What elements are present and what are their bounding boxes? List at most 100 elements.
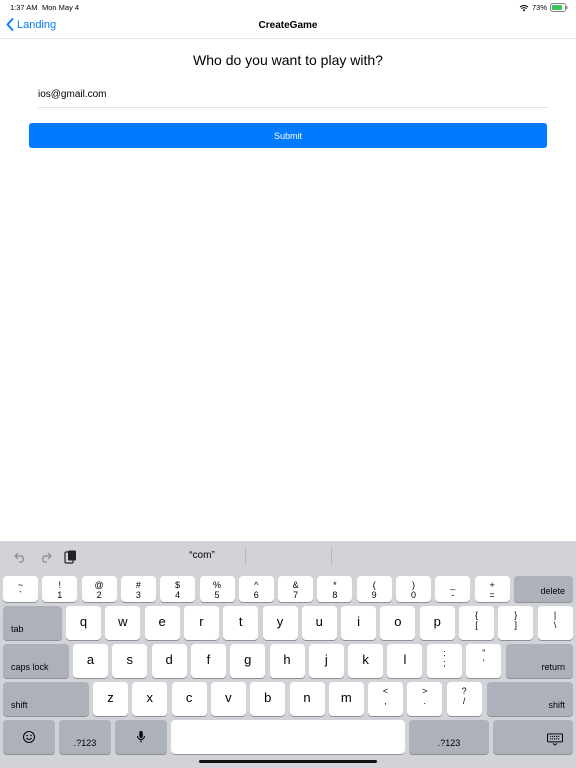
key-punct[interactable]: <, <box>368 682 403 716</box>
submit-button[interactable]: Submit <box>29 123 547 148</box>
key-punct[interactable]: }] <box>498 606 534 640</box>
key-label: c <box>185 690 193 705</box>
key-punct[interactable]: | \ <box>537 606 573 640</box>
key-label: , <box>384 696 387 706</box>
status-time: 1:37 AM <box>10 3 38 12</box>
key-label: 2 <box>96 590 102 600</box>
key-o[interactable]: o <box>380 606 416 640</box>
key-w[interactable]: w <box>105 606 141 640</box>
emoji-icon <box>23 731 36 744</box>
shift-key-right[interactable]: shift <box>487 682 573 716</box>
key-punct[interactable]: >. <box>407 682 443 716</box>
key-6[interactable]: ^ 6 <box>238 576 274 602</box>
key-shift-label: ” <box>482 648 486 658</box>
key-7[interactable]: & 7 <box>278 576 314 602</box>
key-c[interactable]: c <box>171 682 207 716</box>
key-0[interactable]: ) 0 <box>396 576 431 602</box>
key-q[interactable]: q <box>66 606 101 640</box>
key-y[interactable]: y <box>262 606 298 640</box>
key-label: - <box>451 590 455 600</box>
key-4[interactable]: $4 <box>160 576 196 602</box>
key-5[interactable]: % 5 <box>199 576 235 602</box>
key-j[interactable]: j <box>308 644 344 678</box>
key-l[interactable]: l <box>387 644 423 678</box>
key--[interactable]: _ - <box>435 576 471 602</box>
numbers-key-right[interactable]: .?123 <box>409 720 489 754</box>
battery-icon <box>550 3 568 12</box>
delete-key[interactable]: delete <box>514 576 573 602</box>
key-label: i <box>357 614 361 629</box>
key-k[interactable]: k <box>348 644 384 678</box>
key-9[interactable]: (9 <box>356 576 392 602</box>
key-b[interactable]: b <box>250 682 286 716</box>
key-1[interactable]: ! 1 <box>42 576 78 602</box>
key-label: s <box>126 652 134 667</box>
key-label: 7 <box>293 590 299 600</box>
dictation-key[interactable] <box>115 720 167 754</box>
return-key[interactable]: return <box>506 644 573 678</box>
key-x[interactable]: x <box>132 682 168 716</box>
battery-percent: 73% <box>531 3 547 12</box>
key-p[interactable]: p <box>419 606 455 640</box>
key-label: t <box>238 614 243 629</box>
numbers-key-left[interactable]: .?123 <box>59 720 111 754</box>
key-shift-label: # <box>135 580 141 590</box>
key-=[interactable]: + = <box>474 576 510 602</box>
emoji-key[interactable] <box>3 720 55 754</box>
key-g[interactable]: g <box>230 644 266 678</box>
screen: 1:37 AM Mon May 4 73% Landing CreateGame… <box>0 0 576 768</box>
key-punct[interactable]: ”’ <box>466 644 502 678</box>
key-label: m <box>340 690 352 705</box>
key-shift-label: } <box>514 610 518 620</box>
key-e[interactable]: e <box>144 606 180 640</box>
key-label: l <box>403 652 407 667</box>
key-2[interactable]: @2 <box>81 576 117 602</box>
key-label: 0 <box>410 590 416 600</box>
key-label: [ <box>475 620 478 630</box>
key-n[interactable]: n <box>289 682 325 716</box>
caps-lock-key-label: caps lock <box>11 662 49 672</box>
key-label: 6 <box>253 590 259 600</box>
key-shift-label: < <box>382 686 389 696</box>
key-label: ] <box>514 620 518 630</box>
shift-key-left[interactable]: shift <box>3 682 89 716</box>
key-label: p <box>433 614 441 629</box>
key-3[interactable]: #3 <box>120 576 156 602</box>
key-m[interactable]: m <box>328 682 364 716</box>
email-input[interactable] <box>38 84 548 108</box>
key-label: 1 <box>57 590 63 600</box>
key-label: 4 <box>175 590 181 600</box>
key-`[interactable]: ~ ` <box>3 576 38 602</box>
key-f[interactable]: f <box>190 644 226 678</box>
redo-icon[interactable] <box>37 549 53 565</box>
status-bar: 1:37 AM Mon May 4 73% <box>0 0 576 14</box>
caps-lock-key[interactable]: caps lock <box>3 644 69 678</box>
key-label: h <box>283 652 291 667</box>
key-8[interactable]: * 8 <box>317 576 353 602</box>
key-label: d <box>165 652 173 667</box>
microphone-icon <box>137 731 146 744</box>
space-key[interactable] <box>171 720 405 754</box>
key-shift-label: + <box>489 580 495 590</box>
key-shift-label: ~ <box>17 580 24 590</box>
key-u[interactable]: u <box>301 606 337 640</box>
key-d[interactable]: d <box>151 644 187 678</box>
key-i[interactable]: i <box>341 606 377 640</box>
key-z[interactable]: z <box>93 682 128 716</box>
key-t[interactable]: t <box>223 606 259 640</box>
key-punct[interactable]: ? / <box>446 682 482 716</box>
paste-icon[interactable] <box>62 549 78 565</box>
dismiss-keyboard-key[interactable] <box>493 720 573 754</box>
key-v[interactable]: v <box>210 682 246 716</box>
key-punct[interactable]: :; <box>427 644 462 678</box>
suggestion-com[interactable]: “com” <box>162 550 242 561</box>
numbers-key-label: .?123 <box>437 738 461 748</box>
undo-icon[interactable] <box>12 549 28 565</box>
key-h[interactable]: h <box>269 644 305 678</box>
key-r[interactable]: r <box>183 606 219 640</box>
tab-key[interactable]: tab <box>3 606 62 640</box>
key-punct[interactable]: {[ <box>459 606 494 640</box>
key-shift-label: ? <box>461 686 467 696</box>
key-s[interactable]: s <box>112 644 148 678</box>
key-a[interactable]: a <box>73 644 108 678</box>
